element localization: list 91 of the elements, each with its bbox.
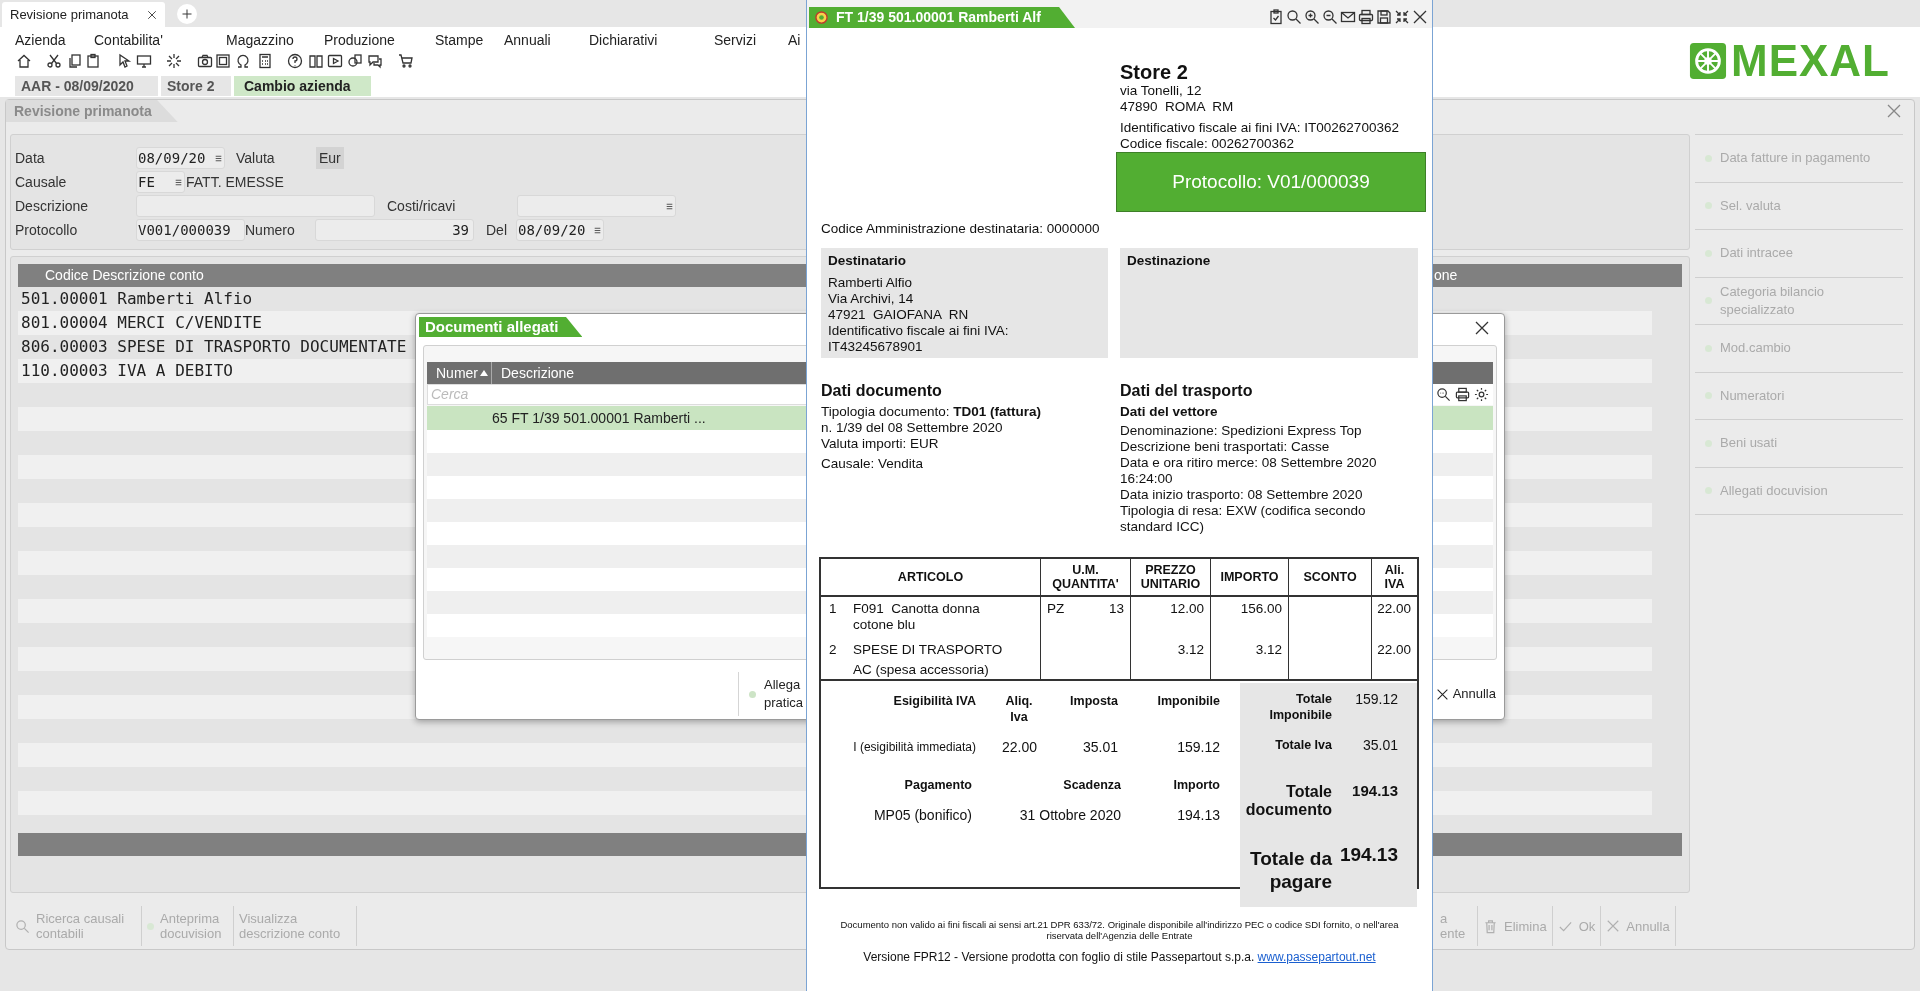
text-line: Valuta importi: EUR	[821, 436, 940, 452]
recipient-code: Codice Amministrazione destinataria: 0000000	[821, 221, 1101, 237]
text-line: Tipologia di resa: EXW (codifica secondo standard ICC)	[1120, 503, 1367, 535]
dialog-title: Documenti allegati	[419, 317, 583, 337]
text-line: Descrizione beni trasportati: Casse	[1120, 439, 1331, 455]
field-label: Valuta	[236, 148, 276, 168]
store-label: Store 2	[161, 76, 231, 96]
total-label: Totale documento	[1244, 783, 1332, 819]
field-label: Numero	[245, 220, 296, 240]
table-cell-text: PZ	[1047, 601, 1065, 618]
table-cell: 3.12	[1255, 642, 1282, 657]
text-line: Tipologia documento: TD01 (fattura)	[821, 404, 1043, 420]
box-heading: Destinatario	[828, 253, 908, 269]
table-cell-text: F091 Canotta donna cotone blu	[852, 601, 981, 633]
field-label: Del	[486, 220, 508, 240]
column-header: Importo	[1172, 777, 1220, 793]
column-header: Ali. IVA	[1383, 562, 1406, 593]
table-cell: 156.00	[1240, 601, 1282, 616]
table-cell-text: 35.01	[1081, 739, 1118, 755]
table-cell-text: 1	[829, 601, 838, 618]
field-label: Costi/ricavi	[387, 196, 457, 216]
section-heading: Dati del trasporto	[1120, 381, 1254, 401]
table-cell-text: 194.13	[1176, 807, 1220, 823]
table-cell: 22.00	[1377, 601, 1411, 616]
column-header: Esigibilità IVA	[893, 694, 976, 708]
column-header: Aliq. Iva	[1004, 693, 1034, 725]
company-name: Store 2	[1120, 61, 1189, 83]
table-cell-text: 806.00003 SPESE DI TRASPORTO DOCUMENTATE	[20, 336, 407, 358]
tax-id-line: Codice fiscale: 00262700362	[1120, 136, 1296, 152]
table-cell-text: 2	[829, 642, 838, 659]
table-cell: 12.00	[1170, 601, 1204, 616]
address-line: 47890 ROMA RM	[1120, 99, 1235, 115]
column-header: U.M. QUANTITA'	[1041, 559, 1131, 595]
text-line: Denominazione: Spedizioni Express Top	[1120, 423, 1363, 439]
total-value: 35.01	[1361, 737, 1398, 753]
address-line: Ramberti Alfio	[828, 275, 914, 291]
section-heading: Dati documento	[821, 381, 943, 401]
column-header: Scadenza	[1062, 777, 1121, 793]
field-label: Causale	[15, 172, 68, 192]
total-value: 194.13	[1351, 783, 1398, 799]
table-cell-text: 22.00	[1000, 739, 1037, 755]
text-line: Data inizio trasporto: 08 Settembre 2020	[1120, 487, 1364, 503]
table-cell-text: AC (spesa accessoria)	[852, 662, 990, 678]
column-header: IMPORTO	[1211, 559, 1289, 595]
company-label: AAR - 08/09/2020	[15, 76, 158, 96]
table-cell-text: 801.00004 MERCI C/VENDITE	[20, 312, 262, 334]
version-text: Versione FPR12 - Versione prodotta con foglio di stile Passepartout s.p.a.	[863, 950, 1255, 964]
column-header: one	[1434, 266, 1458, 285]
text-line: Causale: Vendita	[821, 456, 925, 472]
field-label: Data	[15, 148, 46, 168]
table-cell-text: 110.00003 IVA A DEBITO	[20, 360, 233, 382]
table-cell-text: 501.00001 Ramberti Alfio	[20, 288, 253, 310]
address-line: 47921 GAIOFANA RN	[828, 307, 970, 323]
table-cell-text: SPESE DI TRASPORTO	[852, 642, 1004, 658]
address-line: IT43245678901	[828, 339, 924, 355]
table-cell-text: 31 Ottobre 2020	[1018, 807, 1121, 823]
tax-id-line: Identificativo fiscale ai fini IVA: IT00262700362	[1120, 120, 1400, 136]
table-cell-text: I (esigibilità immediata)	[852, 739, 976, 755]
disclaimer: Documento non valido ai fini fiscali ai sensi art.21 DPR 633/72. Originale disponibile all'indirizzo PEC o codice SDI fornito, o nell'area riservata dell'Agenzia delle Entrate	[839, 919, 1400, 941]
text-line: Data e ora ritiro merce: 08 Settembre 2020 16:24:00	[1120, 455, 1378, 487]
total-label: Totale Imponibile	[1268, 691, 1332, 723]
box-heading: Destinazione	[1127, 253, 1212, 269]
table-cell-text: 159.12	[1176, 739, 1220, 755]
table-cell: 3.12	[1177, 642, 1204, 657]
field-label: Descrizione	[15, 196, 90, 216]
protocol-banner: Protocollo: V01/000039	[1116, 152, 1426, 212]
field-label: Protocollo	[15, 220, 79, 240]
column-header: ARTICOLO	[821, 559, 1041, 595]
total-value: 159.12	[1354, 691, 1398, 707]
column-header: SCONTO	[1289, 559, 1372, 595]
field-description: FATT. EMESSE	[186, 172, 284, 192]
column-header: Pagamento	[903, 777, 972, 793]
text-line: n. 1/39 del 08 Settembre 2020	[821, 420, 1004, 436]
currency-field: Eur	[316, 147, 344, 169]
address-line: Identificativo fiscale ai fini IVA:	[828, 323, 1010, 339]
table-cell: 22.00	[1377, 642, 1411, 657]
address-line: via Tonelli, 12	[1120, 83, 1203, 99]
column-header: Codice Descrizione conto	[45, 267, 204, 283]
window-title: Revisione primanota	[6, 100, 178, 122]
column-header: PREZZO UNITARIO	[1131, 559, 1211, 595]
subheading: Dati del vettore	[1120, 404, 1219, 420]
column-header: Imposta	[1070, 694, 1118, 708]
column-header: Imponibile	[1157, 694, 1220, 708]
total-label: Totale Iva	[1274, 737, 1332, 753]
total-label: Totale da pagare	[1249, 847, 1332, 893]
table-cell-text: 13	[1108, 601, 1124, 618]
total-value: 194.13	[1338, 847, 1398, 863]
window-title: FT 1/39 501.00001 Ramberti Alf	[836, 8, 1041, 27]
table-cell-text: MP05 (bonifico)	[872, 807, 972, 823]
logo-text: MEXAL	[1731, 39, 1890, 83]
address-line: Via Archivi, 14	[828, 291, 915, 307]
